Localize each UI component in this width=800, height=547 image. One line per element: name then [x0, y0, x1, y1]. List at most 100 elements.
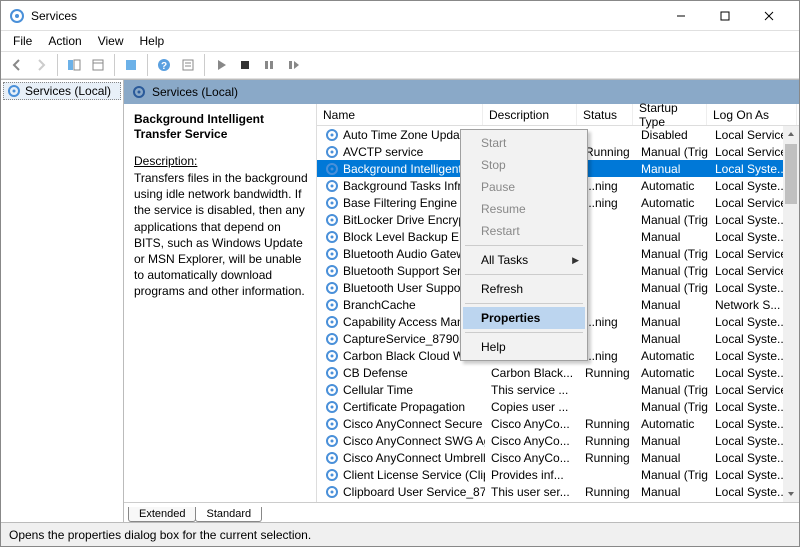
menu-view[interactable]: View: [90, 32, 132, 50]
window-title: Services: [31, 9, 659, 23]
table-row[interactable]: Cellular TimeThis service ...Manual (Tri…: [317, 381, 799, 398]
back-button[interactable]: [6, 54, 28, 76]
menu-help[interactable]: Help: [132, 32, 173, 50]
service-icon: [325, 383, 339, 397]
cell-startup: Manual (Trig...: [635, 281, 709, 295]
maximize-button[interactable]: [703, 2, 747, 30]
forward-button[interactable]: [30, 54, 52, 76]
cell-description: Carbon Black...: [485, 366, 579, 380]
table-row[interactable]: CB DefenseCarbon Black...RunningAutomati…: [317, 364, 799, 381]
scroll-down-button[interactable]: [783, 486, 799, 502]
start-service-button[interactable]: [210, 54, 232, 76]
toolbar: ?: [1, 51, 799, 79]
ctx-start[interactable]: Start: [463, 132, 585, 154]
content-area: Services (Local) Services (Local) Backgr…: [1, 79, 799, 522]
scroll-track[interactable]: [783, 142, 799, 486]
context-menu: Start Stop Pause Resume Restart All Task…: [460, 129, 588, 361]
ctx-resume[interactable]: Resume: [463, 198, 585, 220]
cell-name: Cisco AnyConnect SWG Ag...: [319, 434, 485, 448]
cell-startup: Manual (Trig...: [635, 247, 709, 261]
ctx-separator: [465, 274, 583, 275]
refresh-button[interactable]: [120, 54, 142, 76]
show-hide-tree-button[interactable]: [63, 54, 85, 76]
pause-service-button[interactable]: [258, 54, 280, 76]
cell-startup: Automatic: [635, 196, 709, 210]
menu-bar: File Action View Help: [1, 31, 799, 51]
col-startup-type[interactable]: Startup Type: [633, 104, 707, 125]
cell-name: Clipboard User Service_8790b: [319, 485, 485, 499]
service-icon: [325, 349, 339, 363]
cell-startup: Manual: [635, 451, 709, 465]
col-description[interactable]: Description: [483, 104, 577, 125]
service-icon: [325, 485, 339, 499]
toolbar-separator: [204, 54, 205, 76]
properties-button[interactable]: [177, 54, 199, 76]
scroll-up-button[interactable]: [783, 126, 799, 142]
col-log-on-as[interactable]: Log On As: [707, 104, 797, 125]
export-list-button[interactable]: [87, 54, 109, 76]
service-icon: [325, 281, 339, 295]
cell-startup: Manual (Trig...: [635, 383, 709, 397]
cell-name: Cisco AnyConnect Secure ...: [319, 417, 485, 431]
title-bar: Services: [1, 1, 799, 31]
ctx-properties[interactable]: Properties: [463, 307, 585, 329]
col-status[interactable]: Status: [577, 104, 633, 125]
table-row[interactable]: Client License Service (ClipS...Provides…: [317, 466, 799, 483]
service-icon: [325, 434, 339, 448]
service-icon: [325, 162, 339, 176]
service-icon: [325, 196, 339, 210]
cell-status: Running: [579, 366, 635, 380]
cell-status: Running: [579, 434, 635, 448]
menu-action[interactable]: Action: [40, 32, 89, 50]
ctx-help[interactable]: Help: [463, 336, 585, 358]
service-rows: Start Stop Pause Resume Restart All Task…: [317, 126, 799, 502]
ctx-all-tasks[interactable]: All Tasks▶: [463, 249, 585, 271]
cell-description: Cisco AnyCo...: [485, 417, 579, 431]
cell-startup: Manual: [635, 434, 709, 448]
table-row[interactable]: Clipboard User Service_8790bThis user se…: [317, 483, 799, 500]
table-row[interactable]: Cisco AnyConnect Umbrell...Cisco AnyCo..…: [317, 449, 799, 466]
service-icon: [325, 264, 339, 278]
col-name[interactable]: Name: [317, 104, 483, 125]
cell-startup: Automatic: [635, 366, 709, 380]
table-row[interactable]: Cisco AnyConnect SWG Ag...Cisco AnyCo...…: [317, 432, 799, 449]
services-icon: [9, 8, 25, 24]
close-button[interactable]: [747, 2, 791, 30]
main-panel: Services (Local) Background Intelligent …: [124, 80, 799, 522]
cell-description: Provides inf...: [485, 468, 579, 482]
service-icon: [325, 366, 339, 380]
ctx-stop[interactable]: Stop: [463, 154, 585, 176]
stop-service-button[interactable]: [234, 54, 256, 76]
tab-standard[interactable]: Standard: [195, 507, 262, 522]
ctx-separator: [465, 332, 583, 333]
cell-startup: Manual: [635, 315, 709, 329]
cell-startup: Manual: [635, 332, 709, 346]
vertical-scrollbar[interactable]: [783, 126, 799, 502]
service-icon: [325, 400, 339, 414]
service-icon: [325, 213, 339, 227]
cell-startup: Automatic: [635, 349, 709, 363]
ctx-restart[interactable]: Restart: [463, 220, 585, 242]
menu-file[interactable]: File: [5, 32, 40, 50]
selected-service-name: Background Intelligent Transfer Service: [134, 112, 308, 142]
table-row[interactable]: Certificate PropagationCopies user ...Ma…: [317, 398, 799, 415]
ctx-pause[interactable]: Pause: [463, 176, 585, 198]
cell-description: Cisco AnyCo...: [485, 451, 579, 465]
toolbar-separator: [147, 54, 148, 76]
ctx-refresh[interactable]: Refresh: [463, 278, 585, 300]
scroll-thumb[interactable]: [785, 144, 797, 204]
cell-startup: Manual: [635, 485, 709, 499]
service-icon: [325, 332, 339, 346]
table-row[interactable]: Cisco AnyConnect Secure ...Cisco AnyCo..…: [317, 415, 799, 432]
cell-status: Running: [579, 417, 635, 431]
service-icon: [325, 298, 339, 312]
cell-startup: Manual (Trig...: [635, 145, 709, 159]
minimize-button[interactable]: [659, 2, 703, 30]
toolbar-separator: [57, 54, 58, 76]
tab-extended[interactable]: Extended: [128, 507, 196, 522]
help-button[interactable]: ?: [153, 54, 175, 76]
nav-services-local[interactable]: Services (Local): [3, 82, 121, 100]
service-icon: [325, 128, 339, 142]
svg-text:?: ?: [161, 61, 167, 72]
restart-service-button[interactable]: [282, 54, 304, 76]
